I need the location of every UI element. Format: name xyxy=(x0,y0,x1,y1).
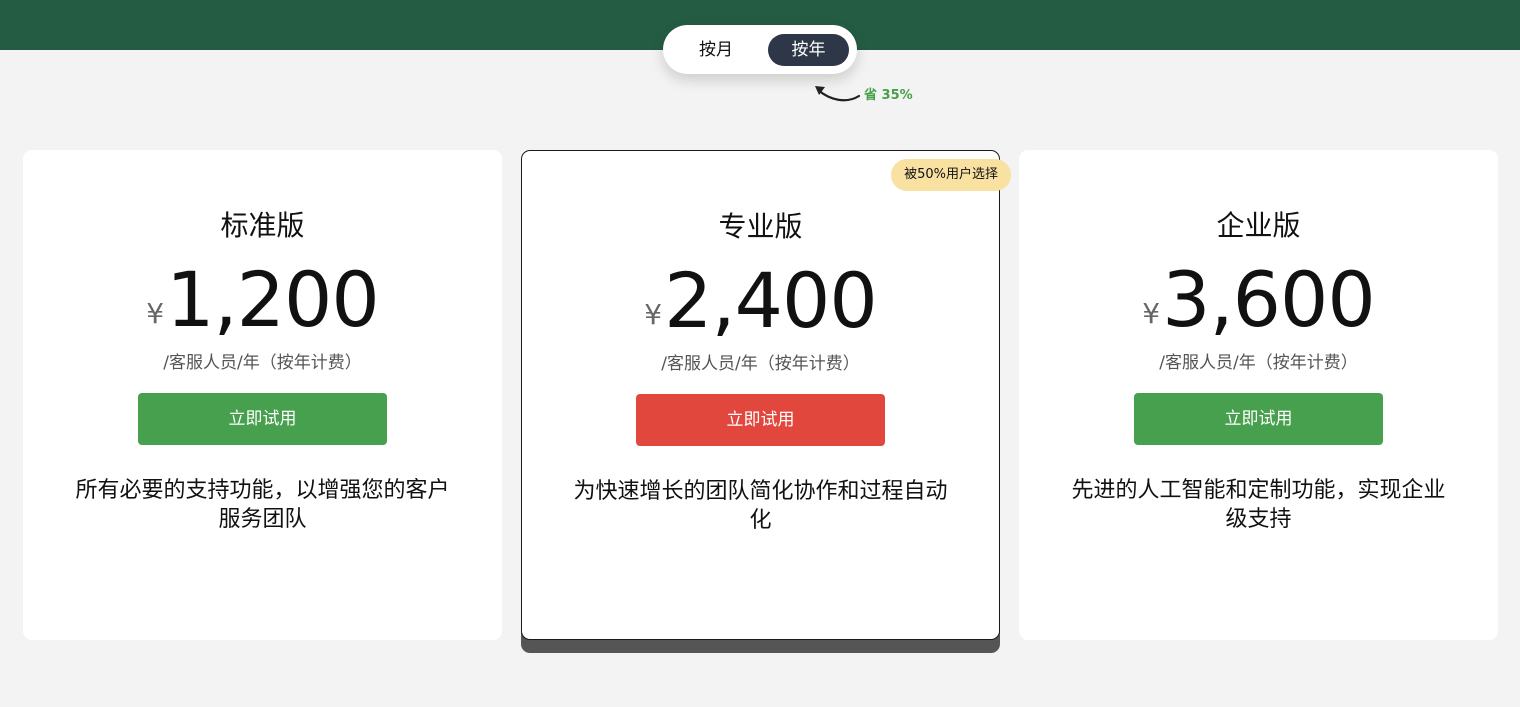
toggle-yearly[interactable]: 按年 xyxy=(768,34,849,66)
plan-card-professional: 被50%用户选择 专业版 ¥ 2,400 /客服人员/年（按年计费） 立即试用 … xyxy=(521,150,1011,640)
plan-name: 专业版 xyxy=(718,210,803,243)
billing-period-toggle[interactable]: 按月 按年 xyxy=(663,25,857,74)
toggle-monthly[interactable]: 按月 xyxy=(679,34,753,66)
try-now-button-enterprise[interactable]: 立即试用 xyxy=(1134,393,1383,445)
price: ¥ 3,600 xyxy=(1019,258,1498,338)
price-unit: /客服人员/年（按年计费） xyxy=(1159,353,1358,373)
price-unit: /客服人员/年（按年计费） xyxy=(163,353,362,373)
plan-name: 企业版 xyxy=(1216,209,1301,242)
currency-symbol: ¥ xyxy=(644,298,663,331)
plan-description: 为快速增长的团队简化协作和过程自动化 xyxy=(573,479,948,533)
price: ¥ 1,200 xyxy=(23,258,502,338)
popular-badge: 被50%用户选择 xyxy=(891,159,1011,191)
try-now-button-professional[interactable]: 立即试用 xyxy=(636,394,885,446)
plan-description: 先进的人工智能和定制功能，实现企业级支持 xyxy=(1071,478,1446,532)
plan-description: 所有必要的支持功能，以增强您的客户服务团队 xyxy=(75,478,450,532)
plan-card-enterprise: 企业版 ¥ 3,600 /客服人员/年（按年计费） 立即试用 先进的人工智能和定… xyxy=(1019,150,1498,640)
price-amount: 2,400 xyxy=(664,256,878,345)
try-now-button-standard[interactable]: 立即试用 xyxy=(138,393,387,445)
price-amount: 1,200 xyxy=(166,255,380,344)
plan-name: 标准版 xyxy=(220,209,305,242)
savings-note: 省 35% xyxy=(864,88,913,103)
currency-symbol: ¥ xyxy=(146,297,165,330)
plan-card-standard: 标准版 ¥ 1,200 /客服人员/年（按年计费） 立即试用 所有必要的支持功能… xyxy=(23,150,502,640)
price: ¥ 2,400 xyxy=(522,259,999,339)
currency-symbol: ¥ xyxy=(1142,297,1161,330)
price-unit: /客服人员/年（按年计费） xyxy=(661,354,860,374)
price-amount: 3,600 xyxy=(1162,255,1376,344)
curved-arrow-icon xyxy=(815,86,861,102)
